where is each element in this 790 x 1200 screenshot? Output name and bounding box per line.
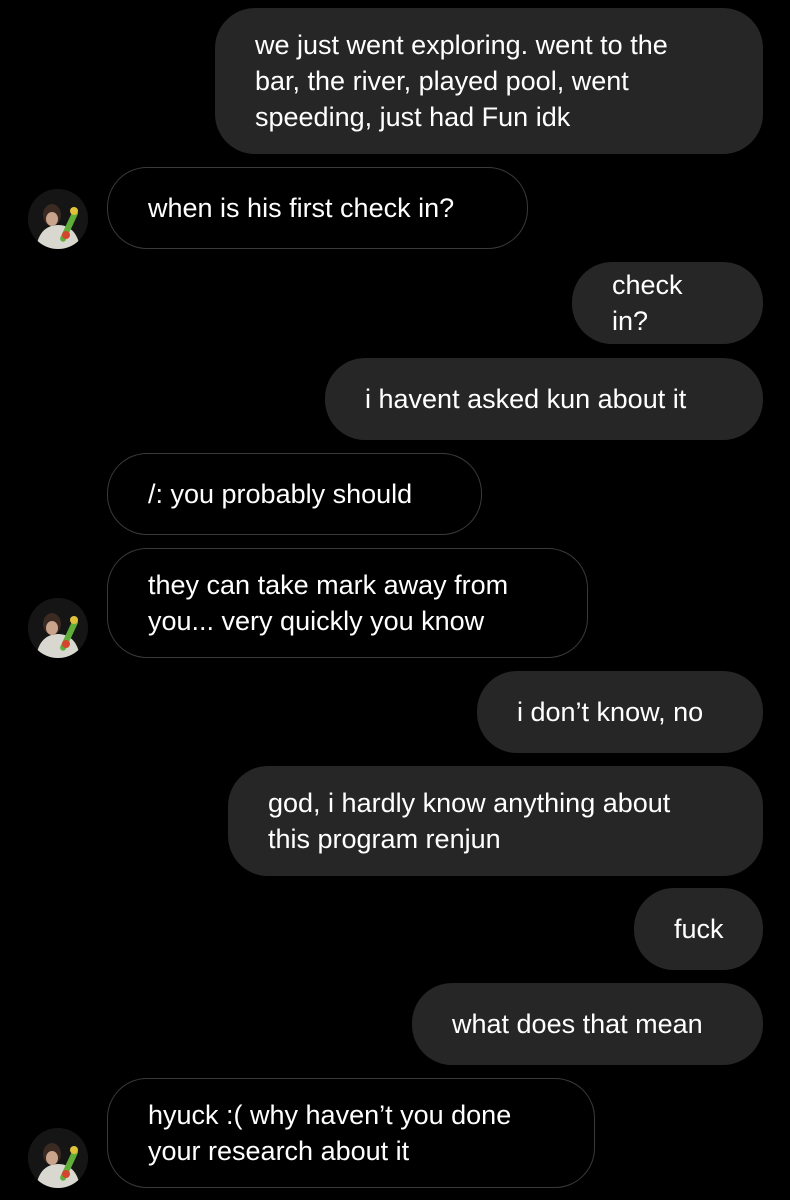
outgoing-message-bubble[interactable]: i don’t know, no <box>477 671 763 753</box>
outgoing-message-bubble[interactable]: fuck <box>634 888 763 970</box>
message-text: they can take mark away from you... very… <box>148 570 509 636</box>
avatar-photo-icon <box>28 598 88 658</box>
avatar-photo-icon <box>28 1128 88 1188</box>
incoming-message-bubble[interactable]: they can take mark away from you... very… <box>107 548 588 658</box>
outgoing-message-bubble[interactable]: we just went exploring. went to the bar,… <box>215 8 763 154</box>
contact-avatar[interactable] <box>28 189 88 249</box>
avatar-photo-icon <box>28 189 88 249</box>
outgoing-message-bubble[interactable]: i havent asked kun about it <box>325 358 763 440</box>
incoming-message-bubble[interactable]: when is his first check in? <box>107 167 528 249</box>
incoming-message-bubble[interactable]: hyuck :( why haven’t you done your resea… <box>107 1078 595 1188</box>
message-text: fuck <box>674 914 724 944</box>
message-text: i don’t know, no <box>517 697 704 727</box>
message-text: god, i hardly know anything about this p… <box>268 788 671 854</box>
contact-avatar[interactable] <box>28 598 88 658</box>
outgoing-message-bubble[interactable]: god, i hardly know anything about this p… <box>228 766 763 876</box>
message-text: what does that mean <box>452 1009 703 1039</box>
message-text: when is his first check in? <box>148 193 455 223</box>
outgoing-message-bubble[interactable]: check in? <box>572 262 763 344</box>
contact-avatar[interactable] <box>28 1128 88 1188</box>
message-text: /: you probably should <box>148 479 413 509</box>
message-text: check in? <box>612 270 683 336</box>
incoming-message-bubble[interactable]: /: you probably should <box>107 453 482 535</box>
message-text: i havent asked kun about it <box>365 384 687 414</box>
message-thread[interactable]: we just went exploring. went to the bar,… <box>0 0 790 1200</box>
outgoing-message-bubble[interactable]: what does that mean <box>412 983 763 1065</box>
message-text: hyuck :( why haven’t you done your resea… <box>148 1100 512 1166</box>
message-text: we just went exploring. went to the bar,… <box>255 30 668 132</box>
